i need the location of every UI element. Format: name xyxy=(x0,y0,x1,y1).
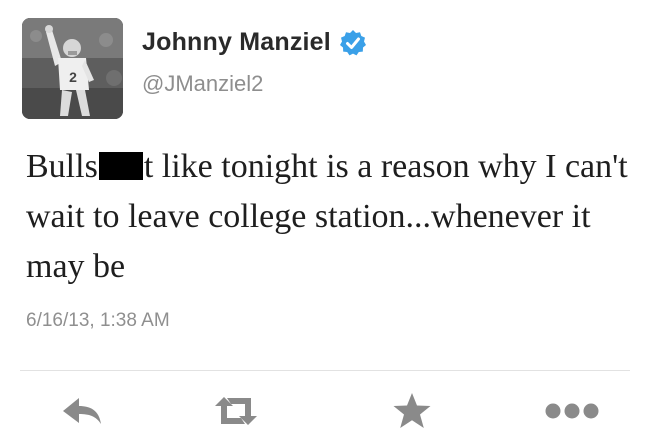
author-handle[interactable]: @JManziel2 xyxy=(142,71,263,97)
divider xyxy=(20,370,630,371)
author-name-row: Johnny Manziel xyxy=(142,28,367,57)
retweet-button[interactable] xyxy=(206,391,266,431)
retweet-icon xyxy=(215,397,257,425)
verified-badge-icon xyxy=(339,29,367,57)
football-player-avatar: 2 xyxy=(22,18,123,119)
tweet-text-before-redaction: Bulls xyxy=(26,148,98,185)
svg-text:2: 2 xyxy=(69,69,77,85)
more-dots-icon xyxy=(545,403,599,419)
author-display-name[interactable]: Johnny Manziel xyxy=(142,28,331,57)
tweet-timestamp: 6/16/13, 1:38 AM xyxy=(26,310,170,331)
author-avatar[interactable]: 2 xyxy=(22,18,123,119)
tweet-text: Bulls t like tonight is a reason why I ca… xyxy=(26,142,636,292)
star-icon xyxy=(393,393,431,428)
tweet-action-bar xyxy=(0,385,650,434)
reply-button[interactable] xyxy=(52,391,112,431)
reply-arrow-icon xyxy=(63,398,101,424)
more-button[interactable] xyxy=(542,391,602,431)
favorite-button[interactable] xyxy=(382,391,442,431)
redaction-bar xyxy=(98,152,143,180)
